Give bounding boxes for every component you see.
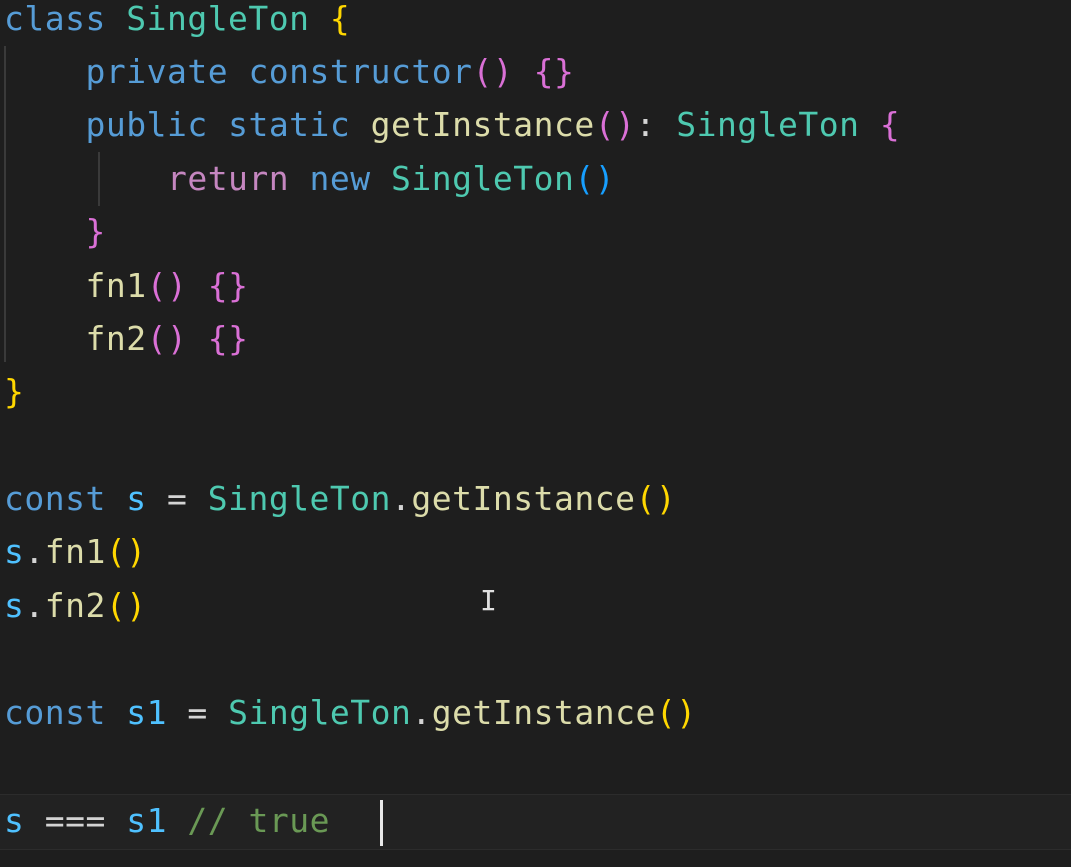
method-name: fn1 [85,266,147,305]
open-brace: { [879,105,901,144]
code-line-6: fn1() {} [4,259,248,313]
open-brace: { [329,0,351,38]
variable: s [4,586,25,625]
colon: : [635,105,656,144]
dot: . [24,586,45,625]
body-braces: {} [207,266,249,305]
variable: s1 [126,801,167,840]
parens: () [472,52,514,91]
code-line-1: class SingleTon { [4,0,350,46]
code-line-16[interactable]: s === s1 // true [4,794,330,848]
variable: s [4,801,25,840]
parens: () [105,532,147,571]
text-cursor [380,800,383,846]
operator: = [187,693,208,732]
keyword: public [85,105,208,144]
keyword: class [4,0,106,38]
class-name: SingleTon [126,0,310,38]
variable: s [4,532,25,571]
code-line-4: return new SingleTon() [4,152,615,206]
parens: () [574,159,616,198]
keyword: const [4,479,106,518]
body-braces: {} [207,319,249,358]
close-brace: } [4,372,25,411]
method-call: getInstance [411,479,636,518]
parens: () [146,319,188,358]
method-call: getInstance [431,693,656,732]
dot: . [391,479,412,518]
close-brace: } [85,212,106,251]
parens: () [146,266,188,305]
method-call: fn2 [44,586,106,625]
parens: () [635,479,677,518]
class-name: SingleTon [207,479,392,518]
code-line-8: } [4,365,24,419]
keyword: static [228,105,351,144]
code-line-3: public static getInstance(): SingleTon { [4,98,900,152]
operator: === [44,801,106,840]
code-line-2: private constructor() {} [4,45,574,99]
code-line-5: } [4,205,106,259]
method-name: fn2 [85,319,147,358]
variable: s1 [126,693,167,732]
constructor-name: constructor [248,52,473,91]
code-line-14: const s1 = SingleTon.getInstance() [4,686,697,740]
dot: . [24,532,45,571]
keyword: private [85,52,229,91]
dot: . [411,693,432,732]
code-line-7: fn2() {} [4,312,248,366]
parens: () [655,693,697,732]
body-braces: {} [533,52,575,91]
return-type: SingleTon [676,105,860,144]
keyword: new [309,159,371,198]
code-line-10: const s = SingleTon.getInstance() [4,472,676,526]
operator: = [166,479,188,518]
keyword: const [4,693,106,732]
code-line-12: s.fn2() [4,579,147,633]
parens: () [105,586,147,625]
variable: s [126,479,147,518]
code-line-11: s.fn1() [4,525,147,579]
class-name: SingleTon [391,159,575,198]
parens: () [594,105,636,144]
method-call: fn1 [44,532,106,571]
mouse-ibeam-icon: I [480,584,497,617]
keyword: return [166,159,290,198]
class-name: SingleTon [228,693,412,732]
code-editor[interactable]: class SingleTon { private constructor() … [0,0,1071,867]
method-name: getInstance [370,105,595,144]
comment: // true [187,801,330,840]
